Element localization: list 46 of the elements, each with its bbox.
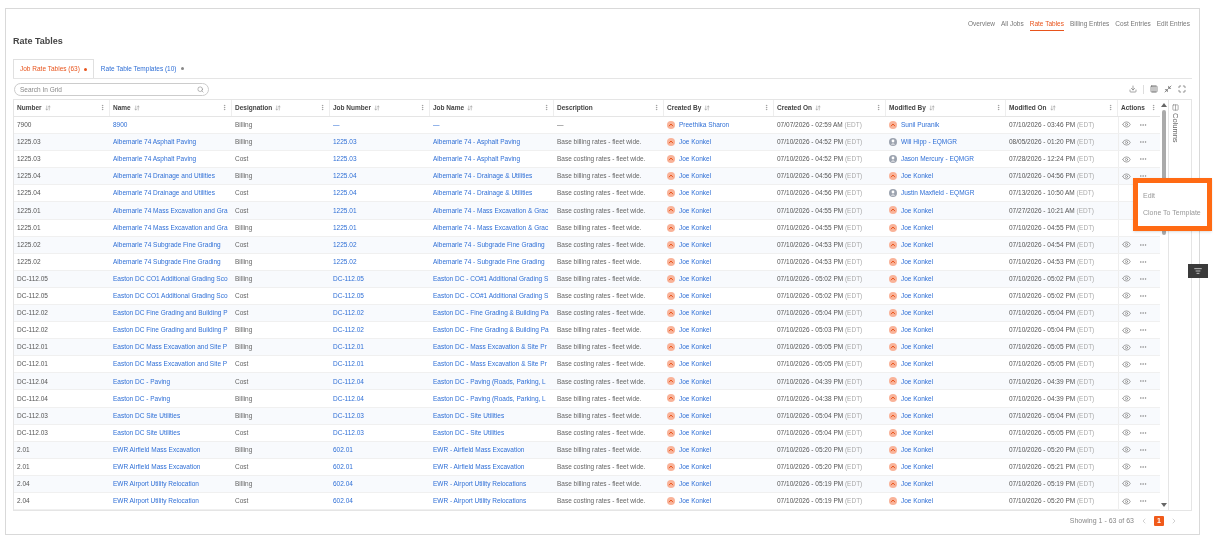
sort-icon[interactable] bbox=[275, 104, 282, 111]
fullscreen-icon[interactable] bbox=[1178, 85, 1186, 93]
view-icon[interactable] bbox=[1122, 376, 1131, 386]
view-icon[interactable] bbox=[1122, 496, 1131, 506]
page-title: Rate Tables bbox=[13, 35, 63, 49]
scroll-up-icon[interactable] bbox=[1161, 103, 1167, 107]
view-icon[interactable] bbox=[1122, 137, 1131, 147]
view-icon[interactable] bbox=[1122, 240, 1131, 250]
dot-icon bbox=[83, 67, 87, 71]
previous-page-icon[interactable] bbox=[1140, 517, 1148, 525]
sort-icon[interactable] bbox=[815, 104, 822, 111]
columns-panel-icon bbox=[1171, 104, 1179, 111]
compress-icon[interactable] bbox=[1164, 85, 1172, 93]
sort-icon[interactable] bbox=[467, 104, 474, 111]
view-icon[interactable] bbox=[1122, 120, 1131, 130]
sort-icon[interactable] bbox=[44, 104, 51, 111]
sort-icon[interactable] bbox=[928, 104, 935, 111]
scroll-down-icon[interactable] bbox=[1161, 503, 1167, 507]
more-icon[interactable] bbox=[1139, 309, 1147, 317]
next-page-icon[interactable] bbox=[1170, 517, 1178, 525]
sort-icon[interactable] bbox=[133, 104, 140, 111]
columns-icon[interactable] bbox=[1150, 85, 1158, 93]
sort-icon[interactable] bbox=[1049, 104, 1056, 111]
search-icon bbox=[197, 85, 204, 93]
view-icon[interactable] bbox=[1122, 445, 1131, 455]
view-icon[interactable] bbox=[1122, 171, 1131, 181]
filter-button[interactable] bbox=[1188, 264, 1208, 278]
filter-icon bbox=[1194, 267, 1202, 275]
sort-icon[interactable] bbox=[704, 104, 711, 111]
view-icon[interactable] bbox=[1122, 394, 1131, 403]
more-icon[interactable] bbox=[1139, 121, 1147, 129]
view-icon[interactable] bbox=[1122, 411, 1131, 421]
view-icon[interactable] bbox=[1122, 325, 1131, 335]
view-icon[interactable] bbox=[1122, 154, 1131, 164]
download-icon[interactable] bbox=[1129, 85, 1137, 93]
view-icon[interactable] bbox=[1122, 274, 1131, 284]
view-icon[interactable] bbox=[1122, 308, 1131, 318]
view-icon[interactable] bbox=[1122, 257, 1131, 267]
dot-icon bbox=[180, 67, 184, 70]
sort-icon[interactable] bbox=[373, 104, 380, 111]
view-icon[interactable] bbox=[1122, 462, 1131, 472]
view-icon[interactable] bbox=[1122, 428, 1131, 438]
view-icon[interactable] bbox=[1122, 359, 1131, 369]
view-icon[interactable] bbox=[1122, 342, 1131, 352]
view-icon[interactable] bbox=[1122, 291, 1131, 301]
view-icon[interactable] bbox=[1122, 479, 1131, 489]
